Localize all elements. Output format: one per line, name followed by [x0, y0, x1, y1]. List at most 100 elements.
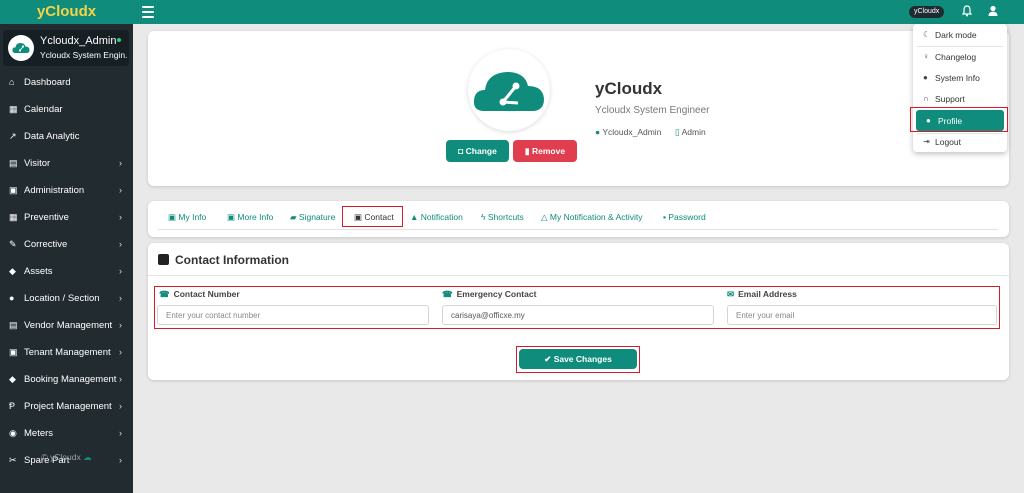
calendar-icon: ▦: [9, 104, 18, 114]
dashboard-icon: ⌂: [9, 77, 15, 87]
sidebar-item-preventive[interactable]: ▦ Preventive ›: [0, 204, 133, 231]
sidebar-item-label: Preventive: [24, 212, 69, 223]
email-address-label: ✉ Email Address: [727, 289, 797, 299]
sidebar-item-label: Dashboard: [24, 77, 71, 88]
phone-icon: ☎: [159, 289, 170, 299]
profile-username: ● Ycloudx_Admin: [595, 127, 662, 137]
notification-bell-icon[interactable]: [960, 4, 976, 20]
profile-tabs: ▣ My Info ▣ More Info ▰ Signature ▣ Cont…: [148, 201, 1009, 237]
calendar-grid-icon: ▦: [9, 212, 18, 222]
sidebar-item-assets[interactable]: ◆ Assets ›: [0, 258, 133, 285]
id-card-icon: ▣: [168, 212, 177, 222]
lock-icon: ▪: [663, 212, 667, 222]
pen-icon: ▰: [290, 212, 297, 222]
vendor-card-icon: ▤: [9, 320, 18, 330]
sidebar-item-label: Booking Management: [24, 374, 117, 385]
sidebar-item-label: Data Analytic: [24, 131, 80, 142]
save-changes-button[interactable]: ✔ Save Changes: [519, 349, 637, 369]
menu-toggle-icon[interactable]: [142, 6, 154, 18]
profile-card: yCloudx Ycloudx System Engineer ● Ycloud…: [148, 31, 1009, 186]
chevron-right-icon: ›: [119, 320, 122, 330]
tenant-icon: ▣: [9, 347, 18, 357]
menu-item-logout[interactable]: ⇥ Logout: [913, 131, 1007, 152]
phone-icon: ☎: [442, 289, 453, 299]
menu-item-system-info[interactable]: ● System Info: [913, 67, 1007, 88]
admin-icon: ▣: [9, 185, 18, 195]
tab-my-info[interactable]: ▣ My Info: [168, 212, 206, 223]
sidebar-item-booking-management[interactable]: ◆ Booking Management ›: [0, 366, 133, 393]
bell-icon: ▲: [410, 212, 419, 222]
sidebar-item-label: Vendor Management: [24, 320, 113, 331]
meter-icon: ◉: [9, 428, 17, 438]
chevron-right-icon: ›: [119, 374, 122, 384]
sidebar-item-label: Location / Section: [24, 293, 100, 304]
contact-number-label: ☎ Contact Number: [159, 289, 240, 299]
user-box[interactable]: Ycloudx_Admin Ycloudx System Engin...: [3, 30, 129, 66]
logout-icon: ⇥: [923, 137, 930, 146]
remove-photo-button[interactable]: ▮ Remove: [513, 140, 577, 162]
user-square-icon: ▣: [227, 212, 236, 222]
chevron-right-icon: ›: [119, 347, 122, 357]
avatar: [8, 35, 34, 61]
chevron-right-icon: ›: [119, 239, 122, 249]
email-input[interactable]: [727, 305, 997, 325]
user-icon: ●: [595, 127, 601, 137]
tag-icon: ◆: [9, 266, 16, 276]
emergency-contact-input[interactable]: [442, 305, 714, 325]
tab-contact[interactable]: ▣ Contact: [354, 212, 394, 223]
profile-menu-outline: [910, 107, 1008, 132]
brand-logo[interactable]: yCloudx: [0, 0, 133, 24]
chevron-right-icon: ›: [119, 428, 122, 438]
contact-card: Contact Information ☎Contact Number ☎Eme…: [148, 243, 1009, 380]
online-status-dot: [117, 38, 121, 42]
tab-signature[interactable]: ▰ Signature: [290, 212, 335, 223]
sidebar-item-administration[interactable]: ▣ Administration ›: [0, 177, 133, 204]
tab-password[interactable]: ▪ Password: [663, 212, 706, 222]
sidebar-item-location-section[interactable]: ● Location / Section ›: [0, 285, 133, 312]
globe-icon: ●: [9, 293, 15, 303]
sidebar-item-vendor-management[interactable]: ▤ Vendor Management ›: [0, 312, 133, 339]
booking-tag-icon: ◆: [9, 374, 16, 384]
building-icon: ▯: [675, 127, 680, 137]
chevron-right-icon: ›: [119, 293, 122, 303]
info-icon: ●: [923, 73, 928, 82]
tab-more-info[interactable]: ▣ More Info: [227, 212, 273, 223]
sidebar-item-calendar[interactable]: ▦ Calendar: [0, 96, 133, 123]
tab-divider: [158, 229, 998, 230]
sidebar-item-meters[interactable]: ◉ Meters ›: [0, 420, 133, 447]
sidebar-item-project-management[interactable]: Ᵽ Project Management ›: [0, 393, 133, 420]
emergency-contact-label: ☎ Emergency Contact: [442, 289, 537, 299]
menu-item-support[interactable]: ∩ Support: [913, 88, 1007, 109]
sidebar-footer: © yCloudx ☁: [41, 452, 92, 462]
bolt-icon: ϟ: [481, 212, 486, 222]
user-role: Ycloudx System Engin...: [40, 50, 128, 60]
profile-user-type: ▯ Admin: [675, 127, 706, 137]
tab-notification[interactable]: ▲ Notification: [410, 212, 463, 222]
trash-icon: ▮: [524, 146, 530, 156]
moon-icon: ☾: [923, 30, 931, 39]
sidebar-item-label: Tenant Management: [24, 347, 111, 358]
contact-number-input[interactable]: [157, 305, 429, 325]
project-icon: Ᵽ: [9, 401, 16, 411]
chevron-right-icon: ›: [119, 212, 122, 222]
sidebar-item-dashboard[interactable]: ⌂ Dashboard: [0, 69, 133, 96]
wrench-icon: ✎: [9, 239, 17, 249]
bell-outline-icon: △: [541, 212, 548, 222]
sidebar-item-label: Project Management: [24, 401, 112, 412]
sidebar-item-tenant-management[interactable]: ▣ Tenant Management ›: [0, 339, 133, 366]
change-photo-button[interactable]: ◘ Change: [446, 140, 509, 162]
sidebar-item-corrective[interactable]: ✎ Corrective ›: [0, 231, 133, 258]
profile-title: yCloudx: [595, 79, 663, 98]
tab-my-notification-activity[interactable]: △ My Notification & Activity: [541, 212, 643, 223]
sidebar-item-visitor[interactable]: ▤ Visitor ›: [0, 150, 133, 177]
tenant-chip[interactable]: yCloudx: [909, 6, 945, 18]
tab-shortcuts[interactable]: ϟ Shortcuts: [481, 212, 524, 222]
envelope-icon: ✉: [727, 289, 735, 299]
user-menu-icon[interactable]: [986, 4, 1002, 20]
chevron-right-icon: ›: [119, 266, 122, 276]
section-title: Contact Information: [175, 253, 289, 267]
menu-item-dark-mode[interactable]: ☾ Dark mode: [913, 24, 1007, 45]
sidebar-item-data-analytic[interactable]: ↗ Data Analytic: [0, 123, 133, 150]
id-card-icon: ▤: [9, 158, 18, 168]
menu-item-changelog[interactable]: ♀ Changelog: [913, 46, 1007, 67]
